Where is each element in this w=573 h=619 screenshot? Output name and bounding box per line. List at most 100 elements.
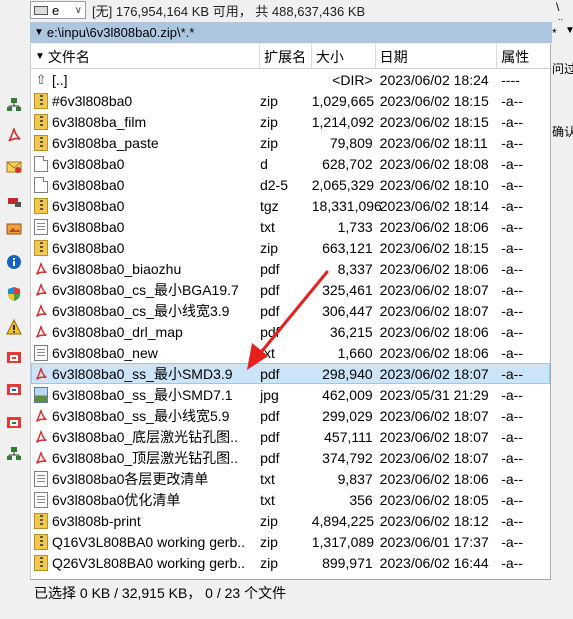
- column-name[interactable]: ▼ 文件名: [31, 44, 261, 69]
- file-date: 2023/06/02 18:07: [379, 428, 489, 445]
- file-name: 6v3l808ba0_底层激光钻孔图..: [52, 428, 238, 445]
- file-name: 6v3l808ba0: [52, 176, 125, 193]
- file-row[interactable]: ⇧ [..] <DIR> 2023/06/02 18:24 ----: [31, 69, 550, 90]
- file-date: 2023/06/02 18:11: [379, 134, 488, 151]
- file-list: ⇧ [..] <DIR> 2023/06/02 18:24 ---- #6v3l808ba…: [31, 69, 550, 573]
- file-row[interactable]: 6v3l808ba0_ss_最小SMD3.9 pdf 298,940 2023/06/…: [31, 363, 550, 384]
- file-name-cell: 6v3l808ba0各层更改清单: [31, 469, 260, 489]
- file-row[interactable]: 6v3l808ba0_new txt 1,660 2023/06/02 18:06 -a…: [31, 342, 550, 363]
- file-size: 299,029: [322, 407, 373, 424]
- file-date: 2023/06/02 18:07: [379, 302, 489, 319]
- file-row[interactable]: 6v3l808ba0 d2-5 2,065,329 2023/06/02 18:10-…: [31, 174, 550, 195]
- file-name-cell: Q26V3L808BA0 working gerb..: [31, 554, 260, 571]
- file-name: 6v3l808ba_film: [52, 113, 147, 130]
- shield-icon[interactable]: [5, 285, 22, 302]
- package-icon[interactable]: [5, 380, 22, 397]
- txt-icon: [34, 491, 48, 508]
- file-name: 6v3l808b-print: [52, 512, 141, 529]
- column-ext[interactable]: 扩展名: [260, 44, 312, 69]
- column-attr[interactable]: 属性: [497, 44, 550, 69]
- pdf-icon: [34, 261, 48, 276]
- file-row[interactable]: 6v3l808ba0_底层激光钻孔图.. pdf 457,111 2023/06/02…: [31, 426, 550, 447]
- file-name: 6v3l808ba0: [52, 218, 125, 235]
- info-icon[interactable]: [5, 253, 22, 270]
- file-row[interactable]: 6v3l808ba0优化清单 txt 356 2023/06/02 18:05 -a--: [31, 489, 550, 510]
- txt-icon: [34, 344, 48, 361]
- path-bar[interactable]: ▼ e:\inpu\6v3l808ba0.zip\*.*: [30, 22, 552, 43]
- file-row[interactable]: 6v3l808ba0 zip 663,121 2023/06/02 18:15 -a--: [31, 237, 550, 258]
- file-size: 462,009: [322, 386, 373, 403]
- filter-star[interactable]: *: [552, 26, 557, 40]
- file-size: 1,660: [337, 344, 373, 361]
- file-size: 306,447: [322, 302, 373, 319]
- file-row[interactable]: 6v3l808ba0_ss_最小线宽5.9 pdf 299,029 2023/06/0…: [31, 405, 550, 426]
- history-dropdown-icon[interactable]: ▼: [34, 27, 44, 38]
- file-row[interactable]: 6v3l808ba0_顶层激光钻孔图.. pdf 374,792 2023/06/02…: [31, 447, 550, 468]
- file-row[interactable]: 6v3l808ba0_cs_最小线宽3.9 pdf 306,447 2023/06/0…: [31, 300, 550, 321]
- file-row[interactable]: Q26V3L808BA0 working gerb.. zip 899,971 202…: [31, 552, 550, 573]
- file-name-cell: 6v3l808b-print: [31, 512, 260, 529]
- chevron-down-icon: ∨: [74, 4, 82, 16]
- file-ext: zip: [259, 92, 278, 109]
- file-size: 374,792: [322, 449, 373, 466]
- package-icon[interactable]: [5, 413, 22, 430]
- up-icon: ⇧: [35, 71, 47, 87]
- file-attr: -a--: [501, 491, 523, 508]
- file-attr: -a--: [501, 155, 523, 172]
- pdf-icon: [34, 324, 48, 339]
- file-row[interactable]: 6v3l808ba0 txt 1,733 2023/06/02 18:06 -a--: [31, 216, 550, 237]
- txt-icon: [34, 470, 48, 487]
- file-row[interactable]: #6v3l808ba0 zip 1,029,665 2023/06/02 18:15-…: [31, 90, 550, 111]
- file-size: 1,733: [337, 218, 373, 235]
- column-date[interactable]: 日期: [376, 44, 498, 69]
- file-row[interactable]: 6v3l808ba_film zip 1,214,092 2023/06/02 18:…: [31, 111, 550, 132]
- file-name-cell: 6v3l808ba0: [31, 218, 260, 235]
- warning-icon[interactable]: [5, 318, 22, 335]
- file-ext: pdf: [260, 365, 280, 382]
- disconnect-icon[interactable]: [5, 192, 22, 209]
- file-date: 2023/06/02 18:05: [379, 491, 489, 508]
- network-icon[interactable]: [5, 445, 22, 462]
- image-icon[interactable]: [5, 220, 22, 237]
- parent-button[interactable]: ..: [558, 13, 563, 22]
- file-row[interactable]: 6v3l808ba0 d 628,702 2023/06/02 18:08 -a--: [31, 153, 550, 174]
- file-size: 325,461: [322, 281, 373, 298]
- file-row[interactable]: 6v3l808ba_paste zip 79,809 2023/06/02 18:11…: [31, 132, 550, 153]
- network-icon[interactable]: [5, 96, 22, 113]
- pdf-icon: [34, 408, 48, 423]
- file-row[interactable]: 6v3l808ba0 tgz 18,331,096 2023/06/02 18:14-…: [31, 195, 550, 216]
- file-date: 2023/05/31 21:29: [379, 386, 489, 403]
- zip-icon: [34, 554, 48, 571]
- file-row[interactable]: Q16V3L808BA0 working gerb.. zip 1,317,089 2…: [31, 531, 550, 552]
- column-size[interactable]: 大小: [312, 44, 376, 69]
- mail-icon[interactable]: [5, 158, 22, 175]
- package-icon[interactable]: [5, 348, 22, 365]
- file-name: 6v3l808ba0: [52, 155, 125, 172]
- zip-icon: [34, 533, 48, 550]
- file-row[interactable]: 6v3l808ba0_cs_最小BGA19.7 pdf 325,461 2023/06…: [31, 279, 550, 300]
- file-attr: -a--: [501, 554, 523, 571]
- file-attr: -a--: [501, 470, 523, 487]
- file-size: 628,702: [322, 155, 373, 172]
- file-name: Q26V3L808BA0 working gerb..: [52, 554, 246, 571]
- zip-icon: [34, 239, 48, 256]
- file-name-cell: #6v3l808ba0: [31, 92, 260, 109]
- file-name: 6v3l808ba0_顶层激光钻孔图..: [52, 449, 238, 466]
- file-name-cell: 6v3l808ba0优化清单: [31, 490, 260, 510]
- file-size: 1,317,089: [311, 533, 375, 550]
- file-row[interactable]: 6v3l808ba0_biaozhu pdf 8,337 2023/06/02 18:…: [31, 258, 550, 279]
- file-name-cell: 6v3l808ba0: [31, 239, 260, 256]
- file-name: 6v3l808ba0各层更改清单: [52, 470, 209, 487]
- zip-icon: [34, 197, 48, 214]
- file-ext: zip: [260, 239, 279, 256]
- chevron-down-icon[interactable]: ▼: [565, 25, 573, 36]
- file-ext: pdf: [260, 323, 280, 340]
- current-path: e:\inpu\6v3l808ba0.zip\*.*: [46, 25, 195, 40]
- file-row[interactable]: 6v3l808b-print zip 4,894,225 2023/06/02 18:…: [31, 510, 550, 531]
- file-row[interactable]: 6v3l808ba0各层更改清单 txt 9,837 2023/06/02 18:06…: [31, 468, 550, 489]
- file-row[interactable]: 6v3l808ba0_ss_最小SMD7.1 jpg 462,009 2023/05/…: [31, 384, 550, 405]
- drive-select[interactable]: e ∨: [30, 1, 86, 19]
- file-row[interactable]: 6v3l808ba0_drl_map pdf 36,215 2023/06/02 18…: [31, 321, 550, 342]
- file-name: 6v3l808ba_paste: [52, 134, 159, 151]
- pdf-icon[interactable]: [5, 126, 22, 143]
